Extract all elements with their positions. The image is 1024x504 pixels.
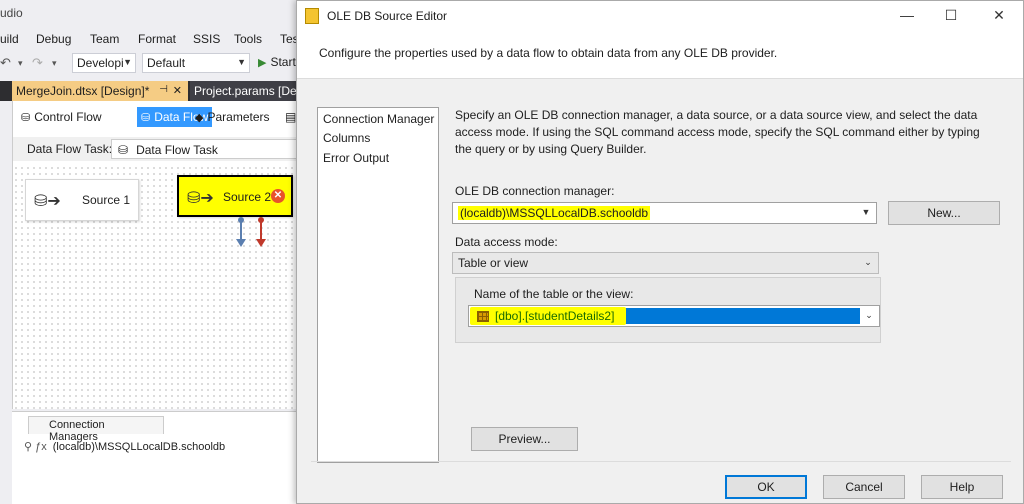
- table-name-value: [dbo].[studentDetails2]: [495, 309, 615, 323]
- maximize-icon[interactable]: ☐: [939, 7, 963, 24]
- footer-separator: [311, 461, 1011, 462]
- node-label: Source 2: [223, 190, 272, 204]
- solution-platform-value: Default: [147, 56, 186, 70]
- menu-team[interactable]: Team: [90, 32, 119, 46]
- data-flow-task-icon: ⛁: [118, 143, 129, 157]
- start-button[interactable]: ▶ Start: [258, 55, 296, 69]
- node-label: Source 1: [82, 193, 131, 207]
- design-canvas[interactable]: ⛁➔ Source 1 ⛁➔ Source 2 ✕: [13, 165, 301, 409]
- dialog-titlebar: OLE DB Source Editor — ☐ ✕: [297, 1, 1023, 31]
- connection-manager-item[interactable]: ⚲ ƒx (localdb)\MSSQLLocalDB.schooldb: [24, 440, 225, 453]
- error-icon: ✕: [271, 189, 285, 203]
- help-button[interactable]: Help: [921, 475, 1003, 499]
- connection-manager-combo[interactable]: (localdb)\MSSQLLocalDB.schooldb ▼: [452, 202, 877, 224]
- source-1-node[interactable]: ⛁➔ Source 1: [25, 179, 139, 221]
- chevron-down-icon: ▼: [123, 57, 132, 67]
- table-name-label: Name of the table or the view:: [474, 287, 634, 301]
- play-icon: ▶: [258, 57, 267, 69]
- tab-mergejoin-design[interactable]: MergeJoin.dtsx [Design]* ⊣ ✕: [12, 81, 188, 101]
- chevron-down-icon: ▼: [237, 57, 246, 67]
- menu-tools[interactable]: Tools: [234, 32, 262, 46]
- ole-db-source-editor-dialog: OLE DB Source Editor — ☐ ✕ Configure the…: [296, 0, 1024, 504]
- data-access-mode-label: Data access mode:: [455, 235, 558, 249]
- data-output-arrow-icon[interactable]: [236, 239, 246, 247]
- table-selection-group: Name of the table or the view: [dbo].[st…: [455, 277, 881, 343]
- dialog-app-icon: [305, 8, 319, 24]
- redo-icon[interactable]: ↷: [32, 55, 43, 71]
- table-grid-icon: [477, 311, 489, 322]
- menu-build[interactable]: uild: [0, 32, 19, 46]
- connection-manager-label: (localdb)\MSSQLLocalDB.schooldb: [52, 441, 226, 453]
- ok-button[interactable]: OK: [725, 475, 807, 499]
- tab-label: MergeJoin.dtsx [Design]*: [16, 84, 150, 98]
- menu-ssis[interactable]: SSIS: [193, 32, 220, 46]
- package-designer: ⛁ Control Flow ⛁ Data Flow ◆ Parameters ▤ D…: [12, 101, 301, 409]
- connection-manager-label: OLE DB connection manager:: [455, 184, 615, 198]
- start-label: Start: [270, 55, 296, 69]
- nav-item-connection-manager[interactable]: Connection Manager: [323, 112, 434, 126]
- tab-label: Parameters: [207, 110, 270, 124]
- data-access-mode-value: Table or view: [458, 256, 529, 270]
- connection-manager-value: (localdb)\MSSQLLocalDB.schooldb: [458, 206, 651, 220]
- solution-config-value: Developi: [77, 56, 124, 70]
- chevron-down-icon: ▼: [861, 207, 871, 217]
- page-description: Specify an OLE DB connection manager, a …: [455, 108, 980, 156]
- data-flow-task-combo[interactable]: ⛁ Data Flow Task: [111, 139, 301, 159]
- tab-control-flow[interactable]: ⛁ Control Flow: [17, 107, 106, 127]
- menu-format[interactable]: Format: [138, 32, 176, 46]
- control-flow-icon: ⛁: [21, 112, 31, 124]
- data-flow-task-label: Data Flow Task:: [27, 142, 113, 156]
- table-name-combo[interactable]: [dbo].[studentDetails2] ⌄: [468, 305, 880, 327]
- solution-config-combo[interactable]: Developi ▼: [72, 53, 136, 73]
- chevron-down-icon: ⌄: [865, 310, 873, 320]
- data-flow-task-value: Data Flow Task: [136, 143, 218, 157]
- ole-db-source-icon: ⛁➔: [187, 190, 214, 207]
- dialog-header: Configure the properties used by a data …: [297, 31, 1023, 79]
- connection-managers-tab[interactable]: Connection Managers: [28, 416, 164, 443]
- tab-label: Control Flow: [34, 110, 102, 124]
- source-2-node[interactable]: ⛁➔ Source 2 ✕: [177, 175, 293, 217]
- designer-tabs: ⛁ Control Flow ⛁ Data Flow ◆ Parameters ▤: [13, 105, 301, 127]
- nav-item-columns[interactable]: Columns: [323, 131, 370, 145]
- menu-debug[interactable]: Debug: [36, 32, 71, 46]
- parameters-icon: ◆: [195, 112, 204, 124]
- document-tabs: MergeJoin.dtsx [Design]* ⊣ ✕ Project.par…: [0, 81, 300, 101]
- minimize-icon[interactable]: —: [895, 7, 919, 23]
- connection-managers-panel: Connection Managers ⚲ ƒx (localdb)\MSSQLL…: [12, 411, 300, 504]
- page-nav-list: Connection Manager Columns Error Output: [317, 107, 439, 463]
- chevron-down-icon[interactable]: ▾: [52, 58, 57, 69]
- pin-icon[interactable]: ⊣: [159, 84, 168, 95]
- connection-plug-icon: ⚲ ƒx: [24, 441, 47, 453]
- tab-project-params[interactable]: Project.params [Design]: [190, 81, 300, 101]
- chevron-down-icon: ⌄: [864, 257, 872, 267]
- ide-title: udio: [0, 6, 23, 20]
- tab-parameters[interactable]: ◆ Parameters: [191, 107, 274, 127]
- close-icon[interactable]: ✕: [987, 7, 1011, 24]
- nav-item-error-output[interactable]: Error Output: [323, 151, 389, 165]
- error-output-arrow-icon[interactable]: [256, 239, 266, 247]
- dialog-title: OLE DB Source Editor: [327, 9, 448, 23]
- data-flow-task-row: Data Flow Task: ⛁ Data Flow Task: [13, 137, 301, 161]
- output-path-arrows: [236, 217, 266, 247]
- ole-db-source-icon: ⛁➔: [34, 193, 61, 210]
- dialog-header-text: Configure the properties used by a data …: [319, 46, 778, 60]
- chevron-down-icon[interactable]: ▾: [18, 58, 23, 69]
- new-connection-button[interactable]: New...: [888, 201, 1000, 225]
- solution-platform-combo[interactable]: Default ▼: [142, 53, 250, 73]
- cancel-button[interactable]: Cancel: [823, 475, 905, 499]
- tab-label: Project.params [Design]: [194, 84, 300, 98]
- close-icon[interactable]: ✕: [173, 84, 182, 97]
- undo-icon[interactable]: ↶: [0, 55, 11, 71]
- preview-button[interactable]: Preview...: [471, 427, 578, 451]
- data-flow-icon: ⛁: [141, 112, 151, 124]
- data-access-mode-combo[interactable]: Table or view ⌄: [452, 252, 879, 274]
